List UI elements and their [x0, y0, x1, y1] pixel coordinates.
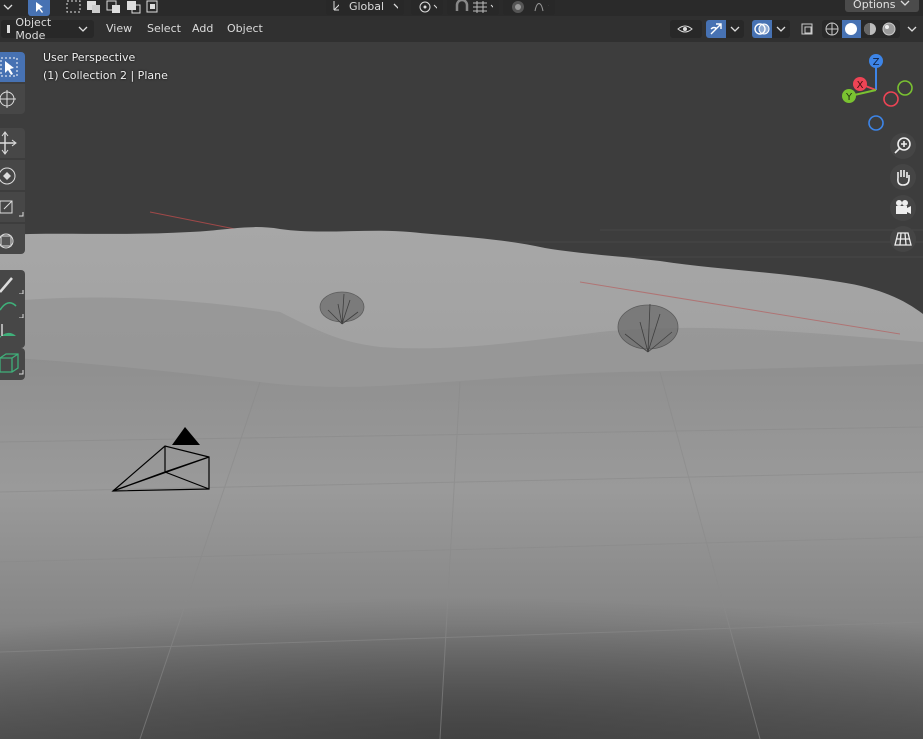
rotate-tool[interactable]	[0, 160, 25, 190]
zoom-icon	[894, 137, 911, 154]
add-cube-tool[interactable]	[0, 348, 25, 380]
snap-magnet-icon	[455, 0, 493, 13]
collection-label: (1) Collection 2 | Plane	[43, 69, 168, 82]
transform-icon	[0, 233, 14, 249]
options-button[interactable]: Options	[845, 0, 919, 12]
gizmo-y-label: Y	[845, 92, 853, 103]
cursor-icon	[0, 90, 16, 108]
move-icon	[0, 131, 17, 155]
gizmo-neg-x[interactable]	[883, 91, 899, 107]
chevron-down-icon	[393, 3, 398, 9]
scale-tool[interactable]	[0, 192, 25, 222]
perspective-label: User Perspective	[43, 51, 136, 64]
gizmo-icon	[710, 23, 722, 35]
proportional-edit-group[interactable]	[503, 0, 555, 15]
pivot-icon	[419, 1, 437, 13]
xray-toggle[interactable]	[798, 20, 818, 38]
gizmo-x-label: X	[857, 80, 864, 91]
chevron-down-icon	[900, 0, 910, 6]
tool-settings-bar: Global Options	[0, 0, 923, 16]
pivot-point-dropdown[interactable]	[411, 0, 443, 15]
eye-icon	[677, 25, 693, 33]
gizmo-neg-y[interactable]	[897, 80, 913, 96]
gizmo-toggle[interactable]	[706, 20, 726, 38]
select-cursor-icon	[36, 2, 43, 13]
selection-mode-icons	[66, 0, 158, 14]
zoom-button[interactable]	[890, 133, 916, 159]
chevron-down-icon	[730, 26, 740, 32]
chevron-down-icon	[776, 26, 786, 32]
select-box-tool[interactable]	[0, 52, 25, 82]
grid-ortho-icon	[894, 232, 912, 246]
menu-view[interactable]: View	[100, 20, 138, 38]
scale-icon	[0, 200, 24, 217]
scene-render	[0, 211, 923, 739]
transform-orientation-dropdown[interactable]: Global	[326, 0, 404, 15]
transform-tool[interactable]	[0, 224, 25, 254]
visibility-dropdown[interactable]	[670, 20, 702, 38]
viewport-header: Object Mode View Select Add Object	[0, 16, 923, 42]
orientation-icon	[333, 1, 339, 11]
mode-label: Object Mode	[15, 16, 52, 42]
overlay-toggle[interactable]	[752, 20, 772, 38]
hand-pan-icon	[897, 170, 910, 186]
menu-object[interactable]: Object	[221, 20, 269, 38]
pan-button[interactable]	[890, 164, 916, 190]
measure-tool[interactable]	[0, 318, 25, 348]
proportional-edit-icon	[512, 1, 549, 13]
3d-viewport[interactable]: User Perspective (1) Collection 2 | Plan…	[0, 42, 923, 739]
mode-icon	[7, 25, 10, 33]
selection-mode-group[interactable]	[64, 0, 160, 16]
snap-dropdown[interactable]	[447, 0, 499, 15]
gizmo-dropdown[interactable]	[726, 20, 744, 38]
add-cube-icon	[0, 353, 24, 375]
gizmo-z-label: Z	[873, 57, 880, 68]
cursor-tool[interactable]	[0, 84, 25, 114]
shading-dropdown[interactable]	[902, 20, 922, 38]
chevron-down-icon	[78, 26, 88, 32]
overlay-icon	[754, 23, 770, 35]
navigation-gizmo[interactable]: Z X Y	[834, 50, 918, 134]
ortho-toggle-button[interactable]	[890, 226, 916, 252]
select-box-icon	[0, 57, 18, 77]
shading-mode-group[interactable]	[822, 20, 900, 38]
mode-dropdown[interactable]: Object Mode	[1, 16, 94, 42]
gizmo-neg-z[interactable]	[868, 115, 884, 131]
xray-icon	[801, 23, 813, 35]
options-label: Options	[853, 0, 896, 11]
measure-icon	[0, 324, 16, 338]
chevron-down-icon	[907, 26, 917, 32]
chevron-down-icon	[3, 4, 13, 10]
rotate-icon	[0, 167, 16, 185]
move-tool[interactable]	[0, 128, 25, 158]
camera-view-button[interactable]	[890, 195, 916, 221]
orientation-label: Global	[348, 0, 385, 13]
overlay-dropdown[interactable]	[772, 20, 790, 38]
shading-mode-icons	[825, 20, 896, 38]
active-tool-button[interactable]	[28, 0, 50, 16]
editor-type-button[interactable]	[0, 0, 18, 16]
menu-add[interactable]: Add	[186, 20, 219, 38]
menu-select[interactable]: Select	[141, 20, 187, 38]
camera-view-icon	[896, 200, 911, 214]
